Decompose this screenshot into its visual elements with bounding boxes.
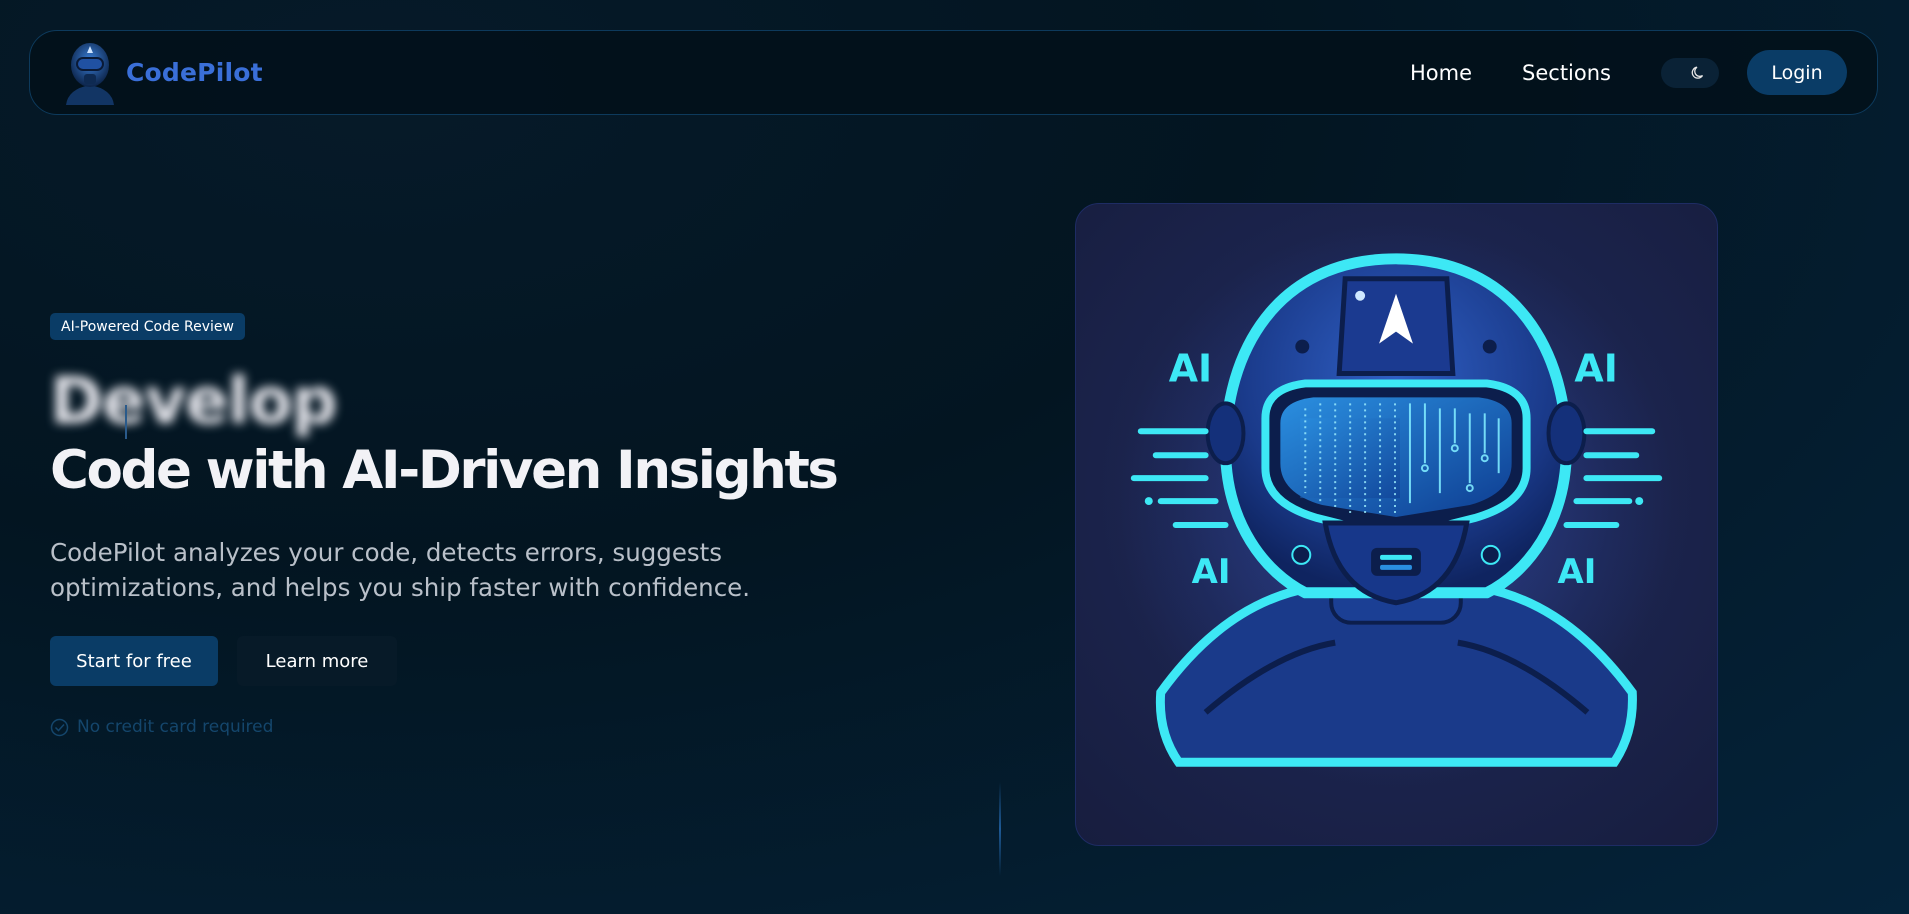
- no-credit-card-text: No credit card required: [77, 717, 274, 737]
- scroll-indicator-line: [999, 782, 1001, 876]
- nav-link-home[interactable]: Home: [1410, 61, 1472, 85]
- pilot-logo-icon: [62, 39, 118, 107]
- moon-icon: [1691, 66, 1704, 79]
- hero-subtext: CodePilot analyzes your code, detects er…: [50, 538, 751, 602]
- nav-right: Home Sections Login: [1410, 50, 1847, 95]
- navbar: CodePilot Home Sections Login: [29, 30, 1878, 115]
- start-for-free-button[interactable]: Start for free: [50, 636, 218, 686]
- animated-typing-word: Develop: [50, 365, 337, 439]
- ai-label-bottom-right: AI: [1557, 552, 1596, 591]
- ai-pilot-helmet-illustration: AI AI AI AI: [1116, 223, 1676, 783]
- hero-badge: AI-Powered Code Review: [50, 313, 245, 340]
- ai-label-top-right: AI: [1574, 346, 1617, 390]
- learn-more-button[interactable]: Learn more: [237, 636, 397, 686]
- typing-caret: [125, 405, 127, 439]
- page: CodePilot Home Sections Login AI-Powered…: [0, 0, 1909, 914]
- hero-headline: Code with AI-Driven Insights: [50, 440, 839, 501]
- theme-toggle[interactable]: [1661, 57, 1719, 88]
- brand[interactable]: CodePilot: [62, 39, 263, 107]
- brand-name: CodePilot: [126, 58, 263, 87]
- ai-label-bottom-left: AI: [1192, 552, 1231, 591]
- hero-illustration: AI AI AI AI: [1075, 203, 1718, 846]
- check-circle-icon: [50, 718, 69, 736]
- login-button[interactable]: Login: [1747, 50, 1847, 95]
- nav-link-sections[interactable]: Sections: [1522, 61, 1611, 85]
- ai-label-top-left: AI: [1169, 346, 1212, 390]
- no-credit-card-note: No credit card required: [50, 717, 273, 737]
